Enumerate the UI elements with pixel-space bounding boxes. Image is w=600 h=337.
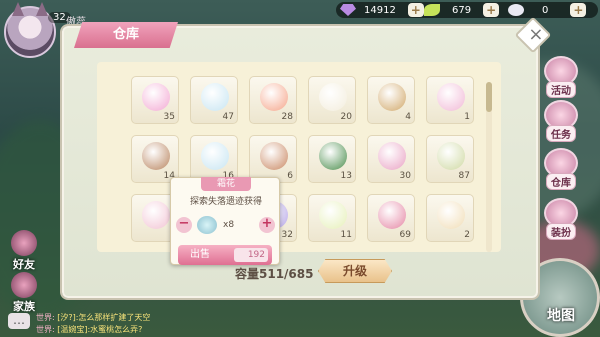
item-tooltip: 霜花 探索失落遗迹获得 − x8 + 出售 192	[170, 177, 280, 265]
item-count: 87	[458, 171, 470, 181]
item-count: 1	[464, 112, 470, 122]
activity-label: 活动	[546, 81, 576, 98]
crystal-icon	[340, 4, 356, 16]
activity-button[interactable]: 活动	[542, 56, 580, 98]
item-name: 霜花	[201, 177, 251, 191]
chat-line: 世界: [温婉宝]:水蜜桃怎么弄?	[36, 324, 142, 335]
item-icon	[378, 142, 406, 170]
item-count: 20	[340, 112, 352, 122]
map-label: 地图	[547, 308, 575, 324]
crystal-count: 14912	[364, 4, 396, 16]
task-label: 任务	[546, 125, 576, 142]
add-pet-food-button[interactable]: +	[570, 3, 587, 17]
item-count: 28	[281, 112, 293, 122]
item-count: 35	[163, 112, 175, 122]
inventory-slot[interactable]: 35	[131, 76, 179, 124]
decrease-quantity-button[interactable]: −	[176, 217, 192, 233]
leaf-coin-count: 679	[452, 4, 472, 16]
chat-button[interactable]: …	[8, 313, 30, 329]
inventory-slot[interactable]: 1	[426, 76, 474, 124]
item-icon	[319, 142, 347, 170]
warehouse-title: 仓库	[74, 22, 178, 48]
item-count: 4	[405, 112, 411, 122]
avatar-ear	[36, 2, 48, 16]
inventory-slot[interactable]: 16	[190, 135, 238, 183]
leaf-coin-resource: 679 +	[424, 2, 500, 18]
dress-up-label: 装扮	[546, 223, 576, 240]
scrollbar-thumb[interactable]	[486, 82, 492, 112]
inventory-slot[interactable]: 47	[190, 76, 238, 124]
inventory-slot[interactable]: 20	[308, 76, 356, 124]
inventory-slot[interactable]: 14	[131, 135, 179, 183]
inventory-slot[interactable]: 4	[367, 76, 415, 124]
chat-message: [温婉宝]:水蜜桃怎么弄?	[57, 325, 143, 334]
item-count: 6	[287, 171, 293, 181]
add-leaf-coin-button[interactable]: +	[483, 3, 500, 17]
inventory-slot[interactable]: 28	[249, 76, 297, 124]
frost-flower-icon	[197, 216, 217, 234]
item-icon	[260, 83, 288, 111]
sell-quantity: x8	[223, 220, 235, 230]
dress-up-button[interactable]: 装扮	[542, 198, 580, 240]
item-icon	[142, 83, 170, 111]
family-button[interactable]: 家族	[4, 272, 44, 314]
friends-icon	[11, 230, 37, 256]
item-icon	[201, 142, 229, 170]
capacity-text: 容量511/685	[235, 267, 314, 281]
inventory-slot[interactable]: 87	[426, 135, 474, 183]
chat-message: [汐?]:怎么那样扩建了天空	[57, 313, 151, 322]
task-button[interactable]: 任务	[542, 100, 580, 142]
chat-line: 世界: [汐?]:怎么那样扩建了天空	[36, 312, 150, 323]
item-count: 47	[222, 112, 234, 122]
item-count: 30	[399, 171, 411, 181]
add-crystal-button[interactable]: +	[407, 3, 424, 17]
inventory-slot[interactable]: 69	[367, 194, 415, 242]
item-icon	[437, 142, 465, 170]
friends-label: 好友	[13, 258, 35, 271]
chat-channel: 世界:	[36, 325, 55, 334]
chat-channel: 世界:	[36, 313, 55, 322]
item-count: 32	[281, 230, 293, 240]
inventory-slot[interactable]: 6	[249, 135, 297, 183]
inventory-slot[interactable]: 13	[308, 135, 356, 183]
inventory-slot[interactable]: 11	[308, 194, 356, 242]
pet-food-icon	[508, 4, 524, 16]
increase-quantity-button[interactable]: +	[259, 217, 275, 233]
warehouse-label: 仓库	[546, 173, 576, 190]
item-count: 2	[464, 230, 470, 240]
sell-label: 出售	[190, 249, 210, 260]
avatar-ear	[12, 2, 24, 16]
pet-food-count: 0	[542, 4, 549, 16]
upgrade-button[interactable]: 升级	[318, 259, 392, 283]
item-count: 11	[340, 230, 352, 240]
item-icon	[319, 83, 347, 111]
sell-button[interactable]: 出售 192	[178, 245, 272, 265]
item-icon	[142, 201, 170, 229]
item-icon	[437, 83, 465, 111]
item-icon	[437, 201, 465, 229]
pet-food-resource: 0 +	[508, 2, 587, 18]
crystal-resource: 14912 +	[340, 2, 424, 18]
inventory-slot[interactable]: 2	[426, 194, 474, 242]
sell-price: 192	[234, 248, 268, 262]
leaf-coin-icon	[424, 4, 440, 16]
item-count: 13	[340, 171, 352, 181]
warehouse-button[interactable]: 仓库	[542, 148, 580, 190]
family-icon	[11, 272, 37, 298]
item-count: 69	[399, 230, 411, 240]
item-icon	[142, 142, 170, 170]
item-icon	[319, 201, 347, 229]
inventory-slot[interactable]: 30	[367, 135, 415, 183]
item-description: 探索失落遗迹获得	[189, 197, 262, 207]
item-icon	[201, 83, 229, 111]
friends-button[interactable]: 好友	[4, 230, 44, 272]
item-icon	[378, 83, 406, 111]
item-icon	[260, 142, 288, 170]
item-icon	[378, 201, 406, 229]
